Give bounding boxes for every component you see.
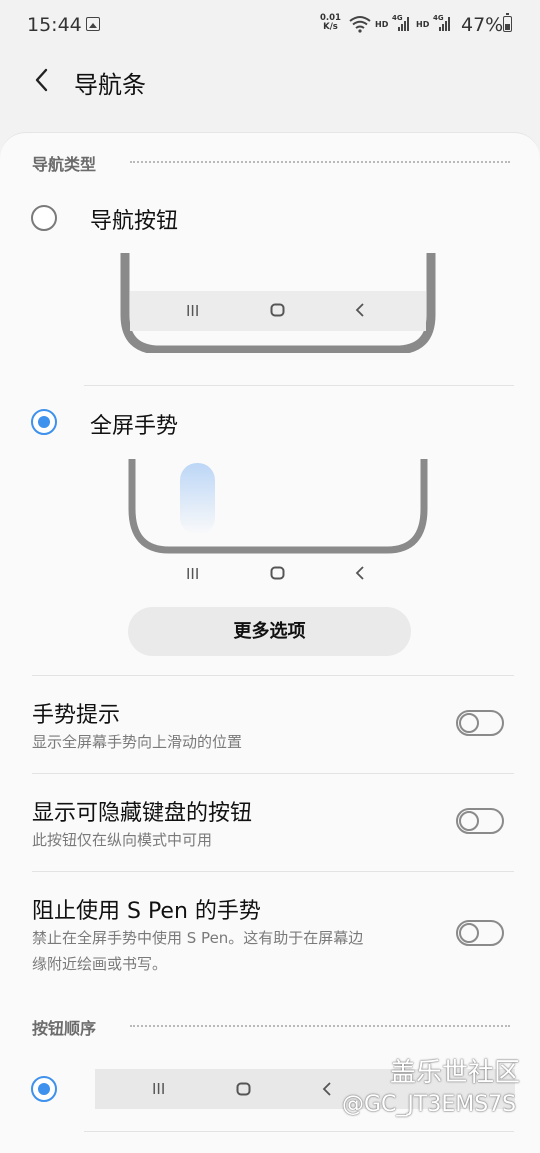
block-spen-gestures-subtitle-line2: 缘附近绘画或书写。 bbox=[32, 955, 168, 973]
sim1-signal-icon bbox=[398, 17, 409, 31]
back-nav-icon bbox=[322, 1082, 331, 1096]
section-title-button-order: 按钮顺序 bbox=[32, 1019, 97, 1038]
watermark-community: 盖乐世社区 bbox=[390, 1058, 521, 1088]
home-icon bbox=[270, 303, 285, 317]
keyboard-hide-button-title[interactable]: 显示可隐藏键盘的按钮 bbox=[32, 795, 252, 827]
sim2-hd-label: HD bbox=[416, 20, 430, 29]
sim1-hd-label: HD bbox=[375, 20, 389, 29]
radio-button-order-standard[interactable] bbox=[31, 1076, 57, 1102]
block-spen-gestures-subtitle-line1: 禁止在全屏手势中使用 S Pen。这有助于在屏幕边 bbox=[32, 929, 364, 947]
recent-apps-icon: III bbox=[186, 565, 200, 583]
page-title: 导航条 bbox=[74, 71, 146, 99]
row-divider bbox=[32, 675, 514, 676]
row-divider bbox=[32, 773, 514, 774]
option-divider bbox=[84, 385, 514, 386]
radio-nav-buttons[interactable] bbox=[31, 205, 57, 231]
gestures-preview[interactable] bbox=[124, 459, 432, 559]
status-time: 15:44 bbox=[27, 14, 82, 36]
more-options-button[interactable]: 更多选项 bbox=[128, 607, 411, 656]
row-divider bbox=[32, 871, 514, 872]
keyboard-hide-button-toggle[interactable] bbox=[456, 808, 504, 834]
section-title-nav-type: 导航类型 bbox=[32, 155, 97, 174]
back-nav-icon bbox=[355, 303, 364, 317]
home-icon bbox=[270, 566, 285, 580]
block-spen-gestures-title[interactable]: 阻止使用 S Pen 的手势 bbox=[32, 893, 261, 925]
option-label-nav-buttons[interactable]: 导航按钮 bbox=[90, 203, 178, 235]
section-divider bbox=[130, 161, 510, 163]
battery-icon bbox=[503, 13, 512, 32]
watermark-handle: @GC_JT3EMS7S bbox=[342, 1092, 517, 1117]
settings-card: 导航类型 导航按钮 III 全屏手势 III 更多选项 手势提示 显示全屏幕手势… bbox=[0, 132, 540, 1153]
wifi-icon bbox=[349, 16, 371, 33]
network-speed: 0.01 K/s bbox=[320, 14, 341, 32]
section-divider bbox=[130, 1025, 510, 1027]
block-spen-gestures-toggle[interactable] bbox=[456, 920, 504, 946]
option-divider bbox=[84, 1131, 514, 1132]
gesture-hint-toggle[interactable] bbox=[456, 710, 504, 736]
back-nav-icon bbox=[355, 566, 364, 580]
back-arrow-icon[interactable] bbox=[32, 66, 52, 94]
sim2-signal-icon bbox=[439, 17, 450, 31]
gesture-hint-subtitle: 显示全屏幕手势向上滑动的位置 bbox=[32, 733, 243, 751]
recent-apps-icon: III bbox=[152, 1080, 166, 1098]
gallery-notification-icon bbox=[86, 17, 100, 31]
home-icon bbox=[236, 1082, 251, 1096]
recent-apps-icon: III bbox=[186, 302, 200, 320]
app-header: 导航条 bbox=[0, 52, 540, 112]
gesture-hint-title[interactable]: 手势提示 bbox=[32, 697, 120, 729]
battery-percent: 47% bbox=[461, 14, 504, 36]
status-bar: 15:44 0.01 K/s HD 4G HD 4G 47% bbox=[0, 0, 540, 52]
option-label-full-screen-gestures[interactable]: 全屏手势 bbox=[90, 408, 178, 440]
network-speed-unit: K/s bbox=[323, 22, 338, 32]
radio-full-screen-gestures[interactable] bbox=[31, 409, 57, 435]
keyboard-hide-button-subtitle: 此按钮仅在纵向模式中可用 bbox=[32, 831, 213, 849]
